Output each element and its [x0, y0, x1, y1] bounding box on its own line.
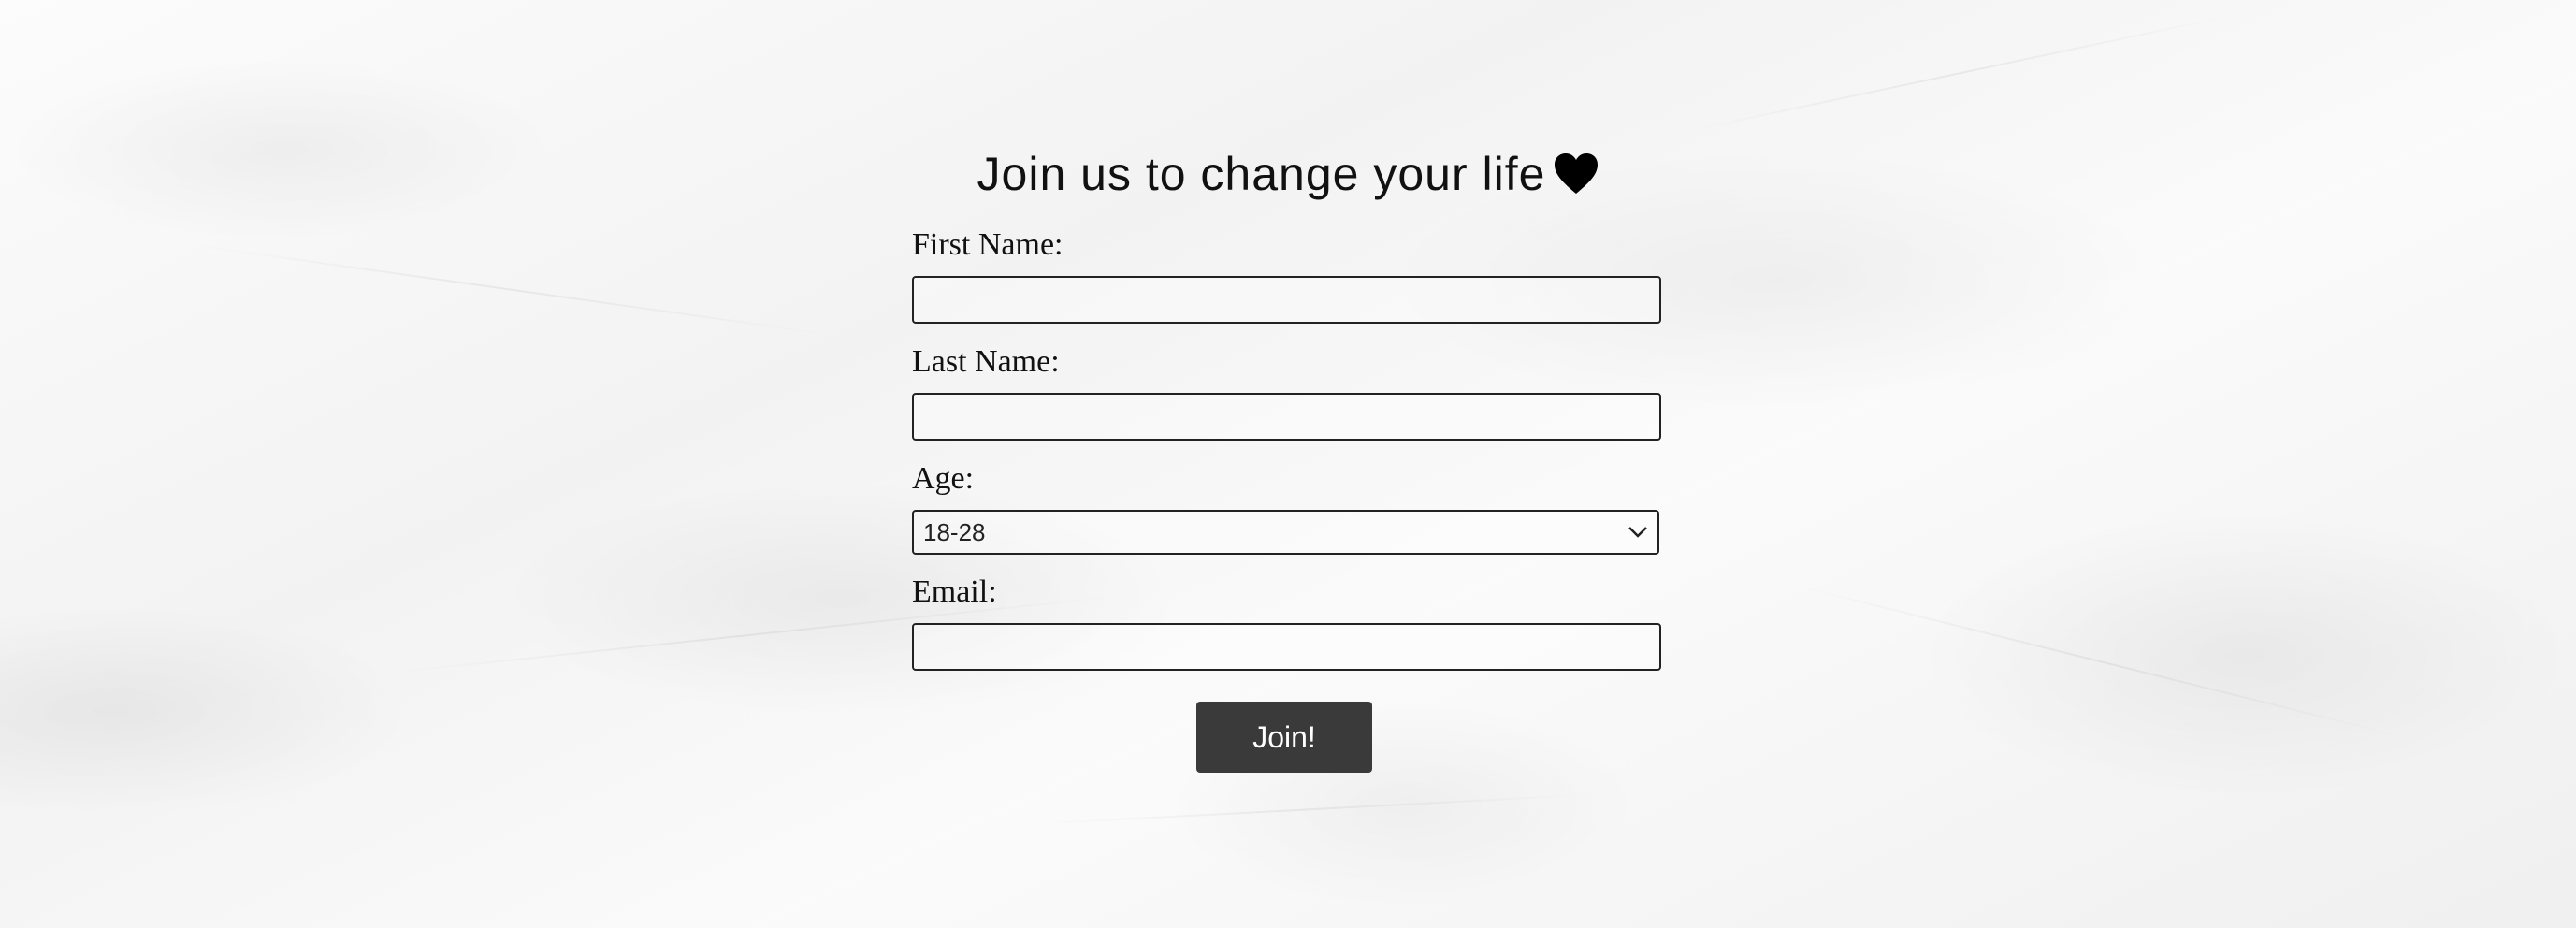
first-name-input[interactable] — [912, 276, 1661, 324]
form-title: Join us to change your life — [912, 140, 1665, 208]
email-input[interactable] — [912, 623, 1661, 671]
paper-crease — [186, 243, 836, 337]
last-name-input[interactable] — [912, 393, 1661, 441]
chevron-down-icon — [1628, 527, 1647, 538]
age-select[interactable]: 18-28 — [912, 510, 1659, 555]
last-name-label: Last Name: — [912, 344, 1060, 379]
first-name-label: First Name: — [912, 227, 1064, 262]
paper-crease — [1028, 793, 1590, 825]
age-select-value: 18-28 — [923, 517, 986, 546]
form-title-text: Join us to change your life — [977, 148, 1546, 200]
paper-crease — [1776, 580, 2413, 741]
paper-crease — [1683, 14, 2234, 133]
age-label: Age: — [912, 461, 975, 496]
email-label: Email: — [912, 574, 997, 609]
join-button[interactable]: Join! — [1196, 702, 1372, 773]
heart-icon — [1555, 153, 1599, 194]
